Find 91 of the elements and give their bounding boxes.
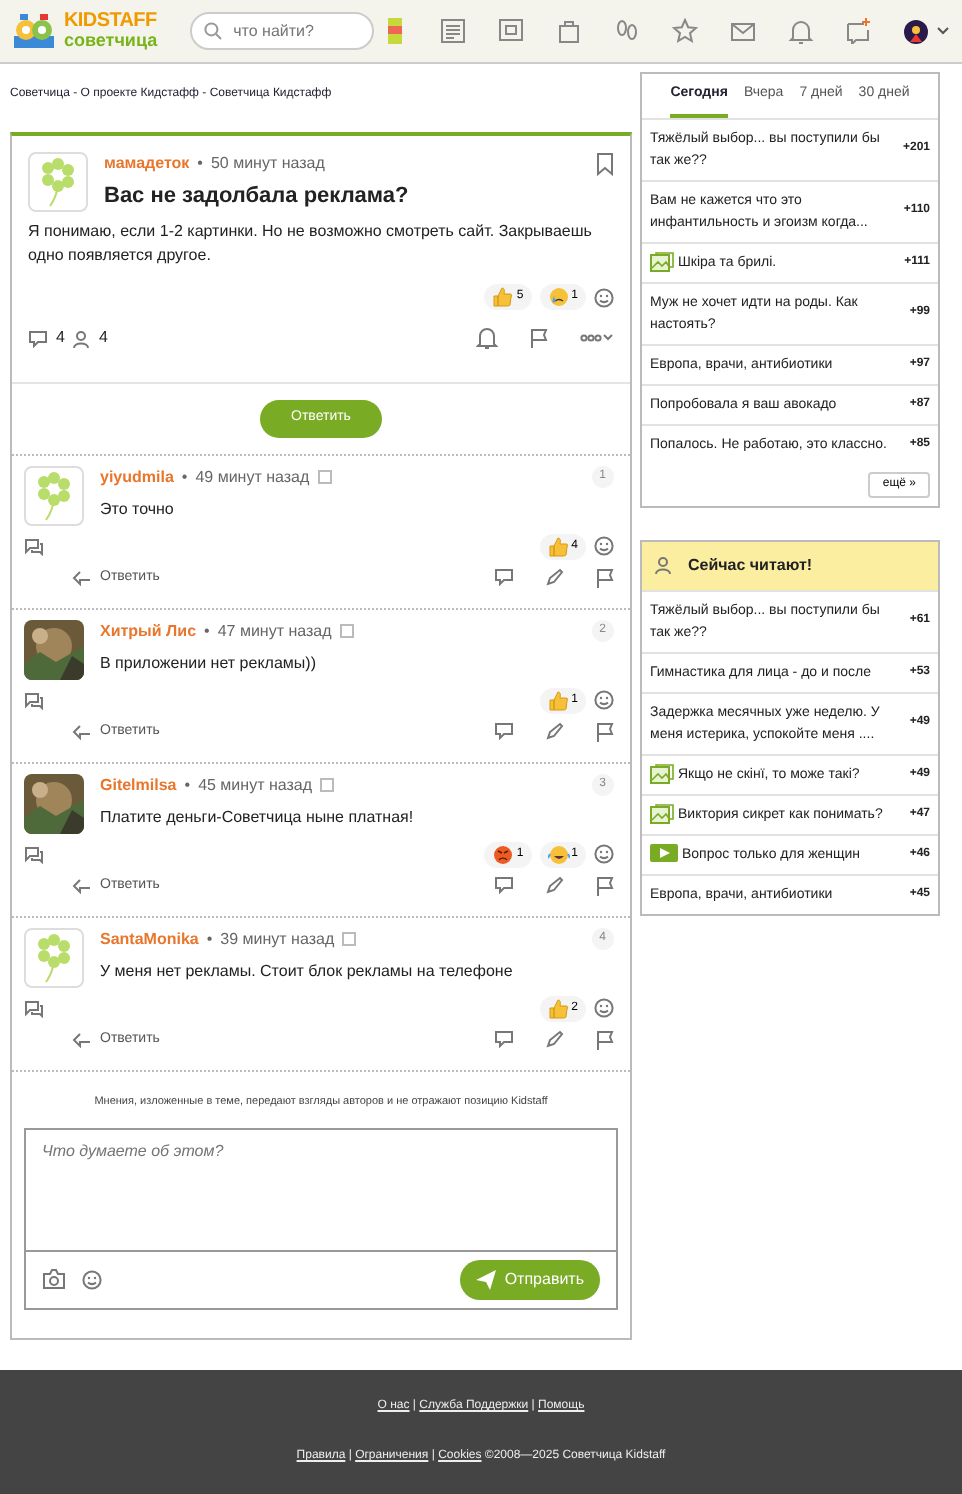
thumbs-up-icon xyxy=(547,535,570,557)
comment-time: 45 минут назад xyxy=(198,773,313,797)
shopping-bag-icon[interactable] xyxy=(556,18,582,44)
post-title: Вас не задолбала реклама? xyxy=(104,184,411,211)
image-icon xyxy=(650,803,674,824)
checkbox-icon[interactable] xyxy=(317,470,332,484)
search-input[interactable]: что найти? xyxy=(229,17,350,45)
checkbox-icon[interactable] xyxy=(320,778,335,792)
flower-avatar xyxy=(36,156,80,208)
emoji-icon[interactable] xyxy=(594,287,614,307)
flag-icon[interactable] xyxy=(530,328,548,348)
reply-icon xyxy=(72,877,92,894)
flower-avatar xyxy=(32,469,76,521)
thumbs-up-icon xyxy=(547,689,570,711)
pencil-icon[interactable] xyxy=(546,876,564,895)
comments-icon[interactable] xyxy=(24,999,44,1017)
comment-icon[interactable] xyxy=(494,876,514,895)
logo-subtitle: советчица xyxy=(64,32,158,50)
comment-text: Платите деньги-Советчица ныне платная! xyxy=(100,805,416,829)
comment-text: У меня нет рекламы. Стоит блок рекламы на телефоне xyxy=(100,959,515,983)
panel-title: Сейчас читают! xyxy=(688,553,813,577)
comment-time: 47 минут назад xyxy=(217,619,332,643)
user-menu[interactable] xyxy=(904,19,950,43)
comments-count: 4 xyxy=(56,326,65,350)
comments-icon[interactable] xyxy=(24,691,44,709)
star-icon[interactable] xyxy=(672,18,698,44)
thumbs-up-icon xyxy=(492,286,515,308)
flower-avatar xyxy=(32,931,76,983)
angry-face-icon xyxy=(492,843,515,865)
chevron-down-icon xyxy=(936,26,950,36)
emoji-icon[interactable] xyxy=(594,536,614,556)
emoji-icon[interactable] xyxy=(82,1269,102,1289)
video-icon xyxy=(650,844,678,863)
flag-icon[interactable] xyxy=(596,1029,614,1050)
bookmark-icon[interactable] xyxy=(596,152,614,176)
post-body: Я понимаю, если 1-2 картинки. Но не возможно смотреть сайт. Закрываешь одно появляется другое. xyxy=(26,220,594,268)
comment-time: 49 минут назад xyxy=(195,465,310,489)
meta-separator: • xyxy=(206,927,213,951)
flag-icon[interactable] xyxy=(596,567,614,588)
search-field[interactable]: что найти? xyxy=(189,12,374,50)
comment-icon xyxy=(28,329,48,347)
reply-icon xyxy=(72,569,92,586)
emoji-icon[interactable] xyxy=(594,844,614,864)
photo-frame-icon[interactable] xyxy=(498,18,524,44)
emoji-icon[interactable] xyxy=(594,690,614,710)
footprints-icon[interactable] xyxy=(614,18,640,44)
pencil-icon[interactable] xyxy=(546,568,564,587)
pencil-icon[interactable] xyxy=(546,1030,564,1049)
checkbox-icon[interactable] xyxy=(342,932,357,946)
logo-text: KIDSTAFF xyxy=(64,12,158,32)
comment-icon[interactable] xyxy=(494,1030,514,1049)
comment-text: В приложении нет рекламы)) xyxy=(100,651,318,675)
user-avatar-icon xyxy=(904,19,928,43)
person-icon xyxy=(72,329,91,347)
participants-count: 4 xyxy=(98,326,108,350)
comment-text: Это точно xyxy=(100,497,176,521)
comment-time: 39 минут назад xyxy=(220,927,335,951)
more-icon[interactable] xyxy=(580,332,614,344)
comments-icon[interactable] xyxy=(24,845,44,863)
comment-icon[interactable] xyxy=(494,722,514,741)
reply-icon xyxy=(72,1031,92,1048)
thumbs-up-icon xyxy=(547,997,570,1019)
meta-separator: • xyxy=(181,465,188,489)
crayon-icon[interactable] xyxy=(382,18,408,44)
comment-field[interactable]: Что думаете об этом? xyxy=(24,1127,618,1251)
flag-icon[interactable] xyxy=(596,875,614,896)
add-chat-icon[interactable] xyxy=(846,18,872,44)
owls-logo-icon xyxy=(12,13,56,49)
meta-separator: • xyxy=(184,773,191,797)
image-icon xyxy=(650,763,674,784)
laughing-face-icon xyxy=(547,843,570,865)
paper-plane-icon xyxy=(476,1269,497,1289)
bell-icon[interactable] xyxy=(788,18,814,44)
emoji-icon[interactable] xyxy=(594,998,614,1018)
camera-icon[interactable] xyxy=(42,1268,66,1290)
pencil-icon[interactable] xyxy=(546,722,564,741)
meta-separator: • xyxy=(204,619,210,643)
crying-face-icon xyxy=(547,286,570,308)
meta-separator: • xyxy=(197,152,203,176)
person-icon xyxy=(654,556,672,574)
post-time: 50 минут назад xyxy=(210,152,325,176)
comment-icon[interactable] xyxy=(494,568,514,587)
checkbox-icon[interactable] xyxy=(339,624,354,638)
search-icon xyxy=(203,22,222,40)
bell-icon[interactable] xyxy=(476,326,498,350)
comments-icon[interactable] xyxy=(24,537,44,555)
newspaper-icon[interactable] xyxy=(440,18,466,44)
mail-icon[interactable] xyxy=(730,18,756,44)
image-icon xyxy=(650,251,674,272)
flag-icon[interactable] xyxy=(596,721,614,742)
reply-icon xyxy=(72,723,92,740)
